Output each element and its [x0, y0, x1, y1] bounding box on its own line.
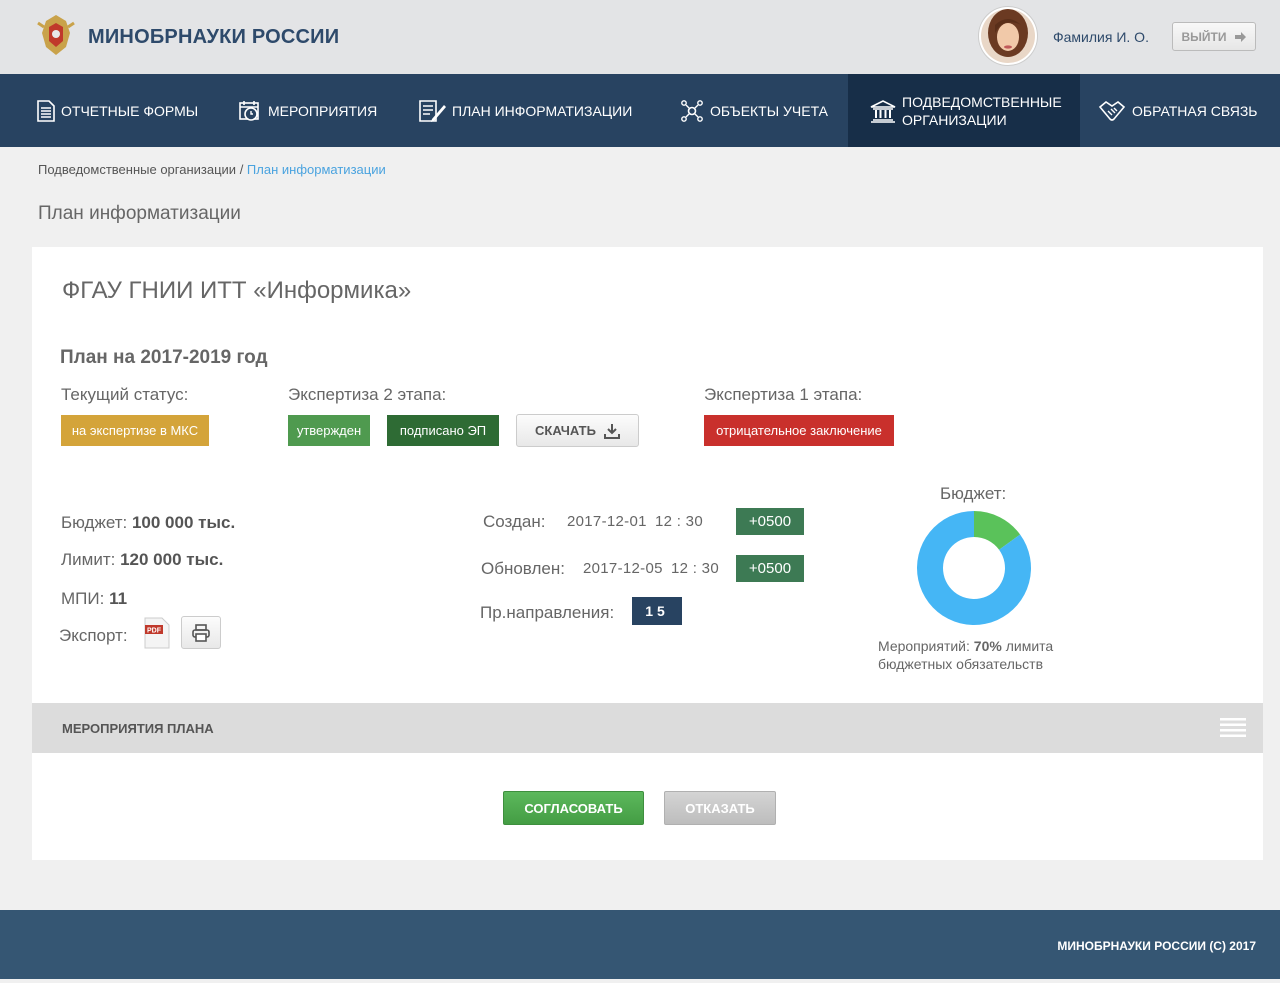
created-label: Создан: [483, 512, 546, 531]
budget-chart-caption: Мероприятий: 70% лимита бюджетных обязат… [878, 637, 1098, 673]
created-time: 12 : 30 [655, 513, 703, 530]
plan-title: План на 2017-2019 год [60, 347, 268, 368]
printer-icon [192, 623, 210, 642]
logo-text[interactable]: МИНОБРНАУКИ РОССИИ [88, 26, 339, 49]
budget-donut-chart [917, 511, 1031, 625]
export-label: Экспорт: [59, 626, 128, 645]
created-timezone-badge: +0500 [736, 508, 804, 535]
page-title: План информатизации [38, 203, 241, 224]
footer: МИНОБРНАУКИ РОССИИ (C) 2017 [0, 910, 1280, 979]
events-title: МЕРОПРИЯТИЯ ПЛАНА [62, 721, 214, 736]
breadcrumb-separator: / [236, 162, 247, 177]
caption-suffix: лимита [1005, 638, 1054, 654]
avatar[interactable] [979, 7, 1037, 65]
nav-label: ОТЧЕТНЫЕ ФОРМЫ [61, 102, 199, 119]
breadcrumb: Подведомственные организации / План инфо… [38, 162, 386, 177]
hamburger-menu-icon[interactable] [1220, 718, 1246, 738]
negative-conclusion-badge: отрицательное заключение [704, 415, 894, 446]
logout-arrow-icon [1234, 31, 1246, 42]
print-button[interactable] [181, 616, 221, 649]
organization-title: ФГАУ ГНИИ ИТТ «Информика» [62, 277, 412, 304]
limit-label: Лимит: [61, 550, 116, 569]
nav-label: МЕРОПРИЯТИЯ [268, 102, 378, 119]
reject-button[interactable]: ОТКАЗАТЬ [664, 791, 776, 825]
updated-label: Обновлен: [481, 559, 565, 578]
mpi-label: МПИ: [61, 589, 105, 608]
expertise-1-label: Экспертиза 1 этапа: [704, 385, 863, 404]
nav-item-feedback[interactable]: ОБРАТНАЯ СВЯЗЬ [1098, 74, 1257, 147]
calendar-clock-icon [239, 100, 259, 121]
created-date: 2017-12-01 [567, 513, 647, 530]
download-icon [603, 423, 620, 439]
plan-card: ФГАУ ГНИИ ИТТ «Информика» План на 2017-2… [32, 247, 1263, 860]
status-badge: на экспертизе в МКС [61, 415, 209, 446]
pdf-icon-text: PDF [147, 628, 162, 635]
budget-chart-title: Бюджет: [940, 484, 1007, 503]
mpi-row: МПИ: 11 [61, 589, 127, 609]
main-navigation: ОТЧЕТНЫЕ ФОРМЫ МЕРОПРИЯТИЯ ПЛАН ИНФОРМАТ… [0, 74, 1280, 147]
signed-badge: подписано ЭП [387, 415, 499, 446]
updated-time: 12 : 30 [671, 560, 719, 577]
download-button[interactable]: СКАЧАТЬ [516, 414, 639, 447]
document-list-icon [37, 99, 55, 122]
nav-label: ПОДВЕДОМСТВЕННЫЕ [902, 93, 1062, 110]
download-label: СКАЧАТЬ [535, 423, 596, 438]
breadcrumb-current[interactable]: План информатизации [247, 162, 386, 177]
nav-item-informatization-plan[interactable]: ПЛАН ИНФОРМАТИЗАЦИИ [418, 74, 632, 147]
caption-line2: бюджетных обязательств [878, 656, 1044, 672]
breadcrumb-parent[interactable]: Подведомственные организации [38, 162, 236, 177]
directions-badge: 15 [632, 597, 682, 625]
nav-item-subordinate-orgs[interactable]: ПОДВЕДОМСТВЕННЫЕ ОРГАНИЗАЦИИ [848, 74, 1080, 147]
updated-timezone-badge: +0500 [736, 555, 804, 582]
approved-badge: утвержден [288, 415, 370, 446]
mpi-value: 11 [109, 589, 128, 608]
nav-item-accounting-objects[interactable]: ОБЪЕКТЫ УЧЕТА [680, 74, 828, 147]
plan-edit-icon [419, 99, 446, 122]
caption-value: 70% [973, 638, 1002, 654]
logout-label: ВЫЙТИ [1181, 29, 1227, 44]
limit-row: Лимит: 120 000 тыс. [61, 550, 223, 570]
nav-item-reports[interactable]: ОТЧЕТНЫЕ ФОРМЫ [37, 74, 198, 147]
budget-value: 100 000 тыс. [131, 513, 236, 532]
footer-copyright: МИНОБРНАУКИ РОССИИ (C) 2017 [1057, 939, 1256, 953]
nav-label: ОБРАТНАЯ СВЯЗЬ [1132, 102, 1258, 119]
coat-of-arms-icon [37, 15, 75, 55]
budget-label: Бюджет: [61, 513, 128, 532]
nav-item-events[interactable]: МЕРОПРИЯТИЯ [238, 74, 377, 147]
pdf-icon[interactable]: PDF [144, 617, 170, 649]
caption-prefix: Мероприятий: [878, 638, 970, 654]
network-nodes-icon [681, 99, 703, 122]
events-section-header: МЕРОПРИЯТИЯ ПЛАНА [32, 703, 1263, 753]
budget-row: Бюджет: 100 000 тыс. [61, 513, 235, 533]
current-status-label: Текущий статус: [61, 385, 189, 404]
updated-date: 2017-12-05 [583, 560, 663, 577]
nav-label: ОБЪЕКТЫ УЧЕТА [710, 102, 829, 119]
expertise-2-label: Экспертиза 2 этапа: [288, 385, 447, 404]
limit-value: 120 000 тыс. [120, 550, 224, 569]
user-name[interactable]: Фамилия И. О. [1053, 29, 1149, 45]
directions-label: Пр.направления: [480, 603, 615, 622]
nav-label: ОРГАНИЗАЦИИ [902, 111, 1007, 128]
approve-button[interactable]: СОГЛАСОВАТЬ [503, 791, 644, 825]
logout-button[interactable]: ВЫЙТИ [1172, 22, 1256, 51]
top-header: МИНОБРНАУКИ РОССИИ Фамилия И. О. ВЫЙТИ [0, 0, 1280, 74]
institution-icon [870, 99, 896, 123]
handshake-icon [1098, 100, 1126, 121]
nav-label: ПЛАН ИНФОРМАТИЗАЦИИ [452, 102, 633, 119]
